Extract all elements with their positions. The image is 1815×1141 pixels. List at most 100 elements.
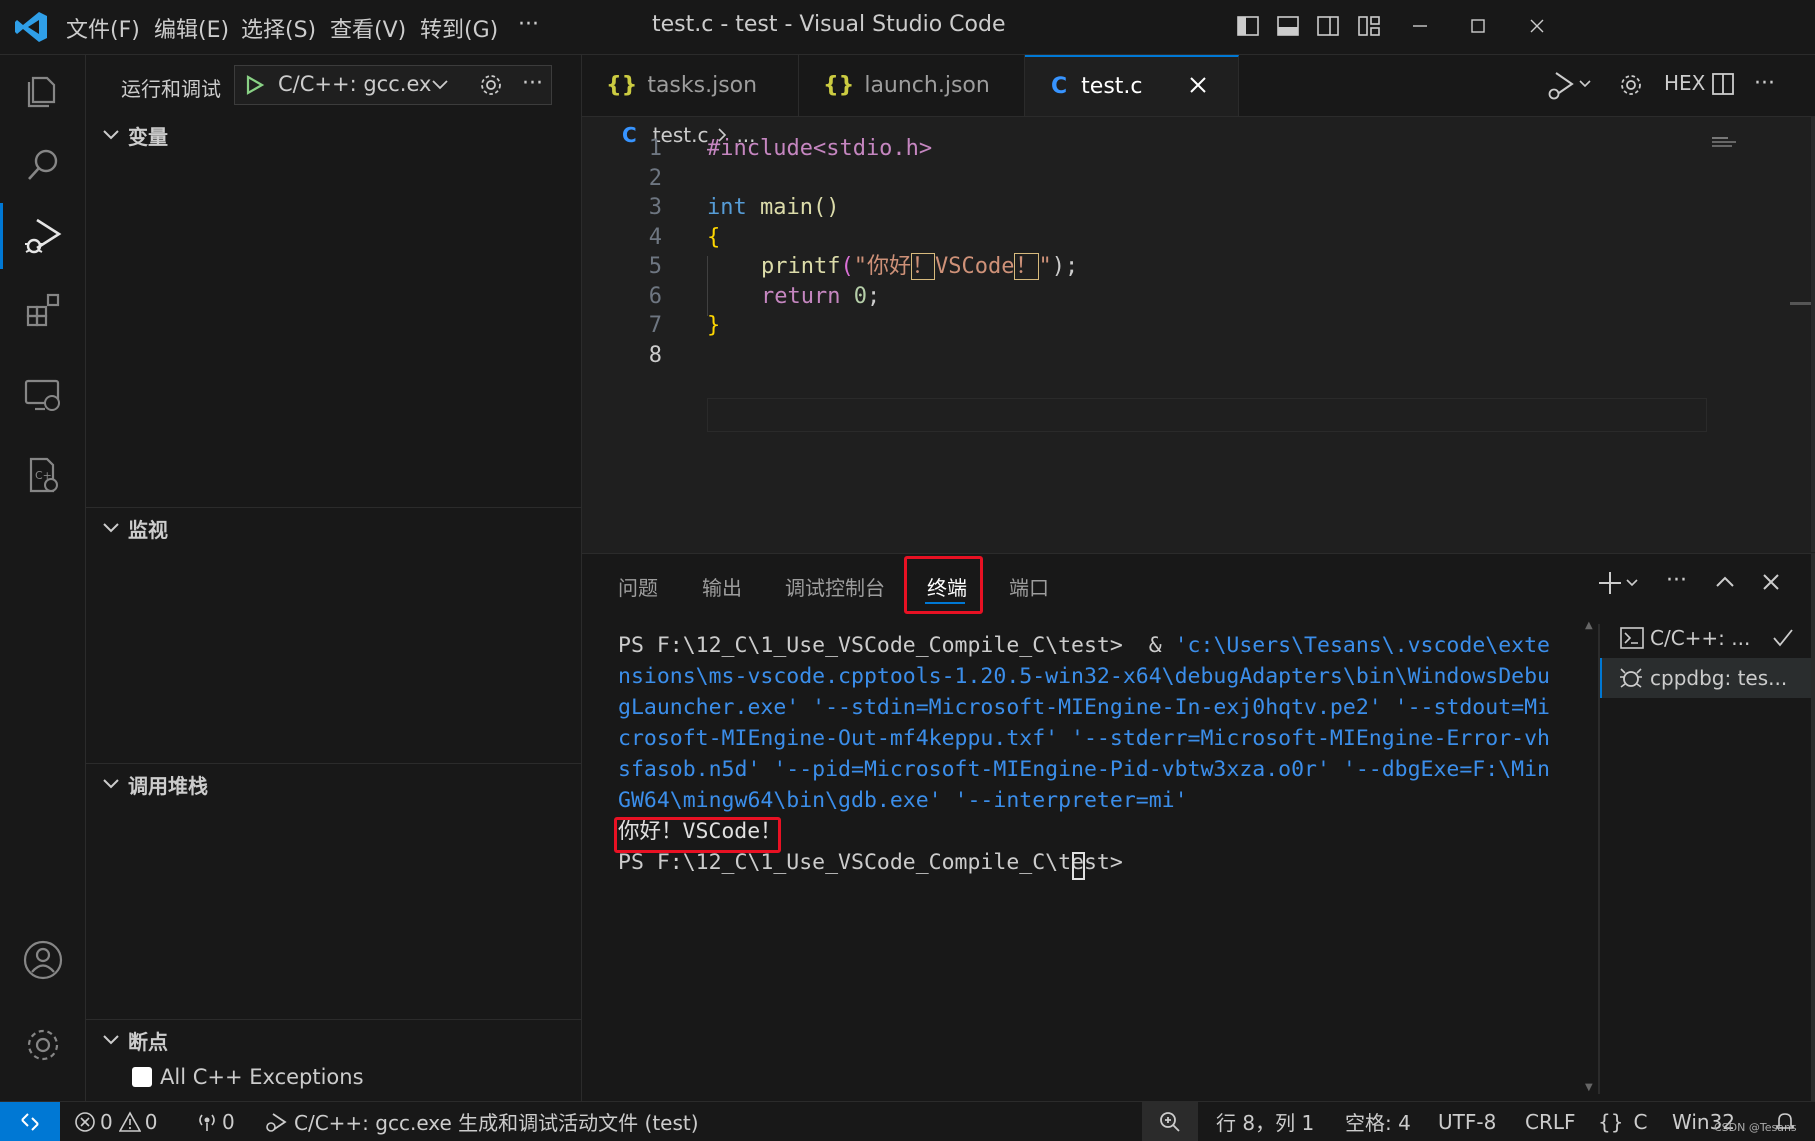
more-actions-icon[interactable]: ··· bbox=[522, 71, 543, 96]
tab-tasks-json[interactable]: {} tasks.json bbox=[582, 55, 799, 116]
section-call-stack[interactable]: 调用堆栈 bbox=[86, 766, 581, 802]
statement-end: ); bbox=[1051, 254, 1079, 279]
maximize-panel-chevron-up-icon[interactable] bbox=[1714, 572, 1736, 592]
toggle-panel-icon[interactable] bbox=[1276, 14, 1300, 38]
tab-test-c[interactable]: C test.c bbox=[1025, 55, 1239, 116]
tab-label: tasks.json bbox=[647, 73, 758, 98]
encoding[interactable]: UTF-8 bbox=[1438, 1102, 1496, 1141]
tab-launch-json[interactable]: {} launch.json bbox=[799, 55, 1025, 116]
svg-text:C+: C+ bbox=[35, 469, 52, 482]
terminal-output[interactable]: PS F:\12_C\1_Use_VSCode_Compile_C\test> … bbox=[618, 630, 1608, 1090]
terminal-cmd-line: gLauncher.exe' '--stdin=Microsoft-MIEngi… bbox=[618, 695, 1550, 720]
window-title: test.c - test - Visual Studio Code bbox=[652, 12, 1006, 37]
remote-indicator[interactable] bbox=[0, 1102, 60, 1141]
menu-view[interactable]: 查看(V) bbox=[330, 12, 406, 44]
scroll-up-icon[interactable]: ▲ bbox=[1585, 620, 1593, 631]
minimap[interactable] bbox=[1712, 137, 1742, 149]
notifications-bell-icon[interactable] bbox=[1774, 1110, 1796, 1132]
menu-selection[interactable]: 选择(S) bbox=[241, 12, 316, 44]
braces-icon: {} bbox=[1598, 1109, 1624, 1134]
tab-problems[interactable]: 问题 bbox=[618, 572, 658, 601]
panel-more-icon[interactable]: ··· bbox=[1666, 568, 1687, 593]
menu-go[interactable]: 转到(G) bbox=[420, 12, 498, 44]
tab-label: launch.json bbox=[864, 73, 990, 98]
explorer-icon[interactable] bbox=[0, 55, 85, 125]
minimize-icon[interactable] bbox=[1408, 14, 1432, 38]
section-watch[interactable]: 监视 bbox=[86, 510, 581, 546]
scroll-down-icon[interactable]: ▼ bbox=[1585, 1082, 1593, 1093]
json-icon: {} bbox=[606, 73, 638, 98]
vscode-logo-icon bbox=[14, 10, 48, 44]
warning-count: 0 bbox=[144, 1109, 158, 1134]
new-terminal-plus-icon[interactable] bbox=[1597, 570, 1641, 596]
section-variables[interactable]: 变量 bbox=[86, 117, 581, 153]
launch-config-dropdown[interactable]: C/C++: gcc.ex bbox=[234, 65, 552, 105]
func-printf: printf bbox=[761, 254, 841, 279]
error-icon bbox=[74, 1111, 96, 1133]
close-panel-icon[interactable] bbox=[1760, 571, 1782, 593]
indentation[interactable]: 空格: 4 bbox=[1345, 1102, 1411, 1141]
menu-edit[interactable]: 编辑(E) bbox=[154, 12, 229, 44]
problems-indicator[interactable]: 0 0 bbox=[74, 1102, 157, 1141]
panel-scrollbar[interactable] bbox=[1811, 554, 1815, 1102]
code-line-7: } bbox=[707, 313, 721, 338]
cursor-position[interactable]: 行 8，列 1 bbox=[1216, 1102, 1314, 1141]
accounts-icon[interactable] bbox=[0, 925, 85, 995]
remote-explorer-icon[interactable] bbox=[0, 360, 85, 430]
warning-icon bbox=[118, 1110, 141, 1133]
tab-debug-console[interactable]: 调试控制台 bbox=[785, 572, 885, 601]
toggle-primary-sidebar-icon[interactable] bbox=[1236, 14, 1260, 38]
toggle-secondary-sidebar-icon[interactable] bbox=[1316, 14, 1340, 38]
hex-editor-button[interactable]: HEX bbox=[1664, 71, 1705, 95]
editor-more-icon[interactable]: ··· bbox=[1754, 71, 1775, 96]
menu-more[interactable]: ··· bbox=[518, 12, 539, 37]
split-editor-icon[interactable] bbox=[1710, 71, 1736, 97]
language-mode[interactable]: {} C bbox=[1598, 1102, 1647, 1141]
close-window-icon[interactable] bbox=[1525, 14, 1549, 38]
breakpoint-label: All C++ Exceptions bbox=[160, 1065, 364, 1089]
run-and-debug-icon[interactable] bbox=[0, 201, 85, 271]
active-task[interactable]: C/C++: gcc.exe 生成和调试活动文件 (test) bbox=[264, 1102, 699, 1141]
section-breakpoints[interactable]: 断点 bbox=[86, 1022, 581, 1058]
keyword-int: int bbox=[707, 195, 747, 220]
statement-end: ; bbox=[866, 283, 881, 309]
menu-file[interactable]: 文件(F) bbox=[66, 12, 140, 44]
search-icon[interactable] bbox=[0, 130, 85, 200]
zoom-indicator[interactable] bbox=[1142, 1102, 1198, 1141]
unicode-highlight: ！ bbox=[1014, 253, 1039, 280]
extensions-icon[interactable] bbox=[0, 274, 85, 344]
editor-area: C test.c ... 1 2 3 4 5 6 7 8 #include<st… bbox=[582, 117, 1815, 552]
launch-config-label: C/C++: gcc.ex bbox=[278, 72, 432, 96]
string-part: VSCode bbox=[935, 254, 1015, 279]
terminal-list-item-active[interactable]: cppdbg: tes... bbox=[1600, 658, 1812, 698]
terminal-cursor bbox=[1072, 852, 1085, 880]
run-debug-file-icon[interactable] bbox=[1546, 70, 1592, 102]
close-tab-icon[interactable] bbox=[1187, 74, 1209, 96]
manage-gear-icon[interactable] bbox=[0, 1010, 85, 1080]
tab-ports[interactable]: 端口 bbox=[1009, 572, 1049, 601]
string-part: " bbox=[1038, 254, 1052, 279]
line-ending[interactable]: CRLF bbox=[1525, 1102, 1576, 1141]
code-line-6: return 0; bbox=[761, 280, 880, 314]
ports-indicator[interactable]: 0 bbox=[196, 1102, 235, 1141]
start-debugging-icon[interactable] bbox=[243, 74, 265, 96]
editor-scrollbar[interactable] bbox=[1811, 117, 1815, 552]
terminal-list-item[interactable]: C/C++: ... bbox=[1604, 618, 1804, 658]
settings-gear-icon[interactable] bbox=[1618, 72, 1644, 98]
terminal-list-label: cppdbg: tes... bbox=[1650, 666, 1788, 690]
customize-layout-icon[interactable] bbox=[1357, 14, 1381, 38]
code-area[interactable]: #include<stdio.h> int main() { printf("你… bbox=[707, 132, 1707, 402]
activity-bar: C+ bbox=[0, 55, 86, 1101]
open-launch-json-gear-icon[interactable] bbox=[478, 72, 504, 98]
task-label: C/C++: gcc.exe 生成和调试活动文件 (test) bbox=[294, 1111, 699, 1135]
terminal-amp: & bbox=[1135, 633, 1175, 658]
breakpoint-checkbox[interactable] bbox=[132, 1067, 152, 1087]
maximize-icon[interactable] bbox=[1466, 14, 1490, 38]
remote-icon bbox=[19, 1111, 41, 1133]
code-line-1: #include<stdio.h> bbox=[707, 136, 933, 161]
cmake-debug-icon[interactable]: C+ bbox=[0, 440, 85, 510]
tab-label: test.c bbox=[1081, 74, 1143, 99]
divider bbox=[86, 1019, 581, 1020]
tab-output[interactable]: 输出 bbox=[702, 572, 742, 601]
code-line-3: int main() bbox=[707, 191, 839, 225]
